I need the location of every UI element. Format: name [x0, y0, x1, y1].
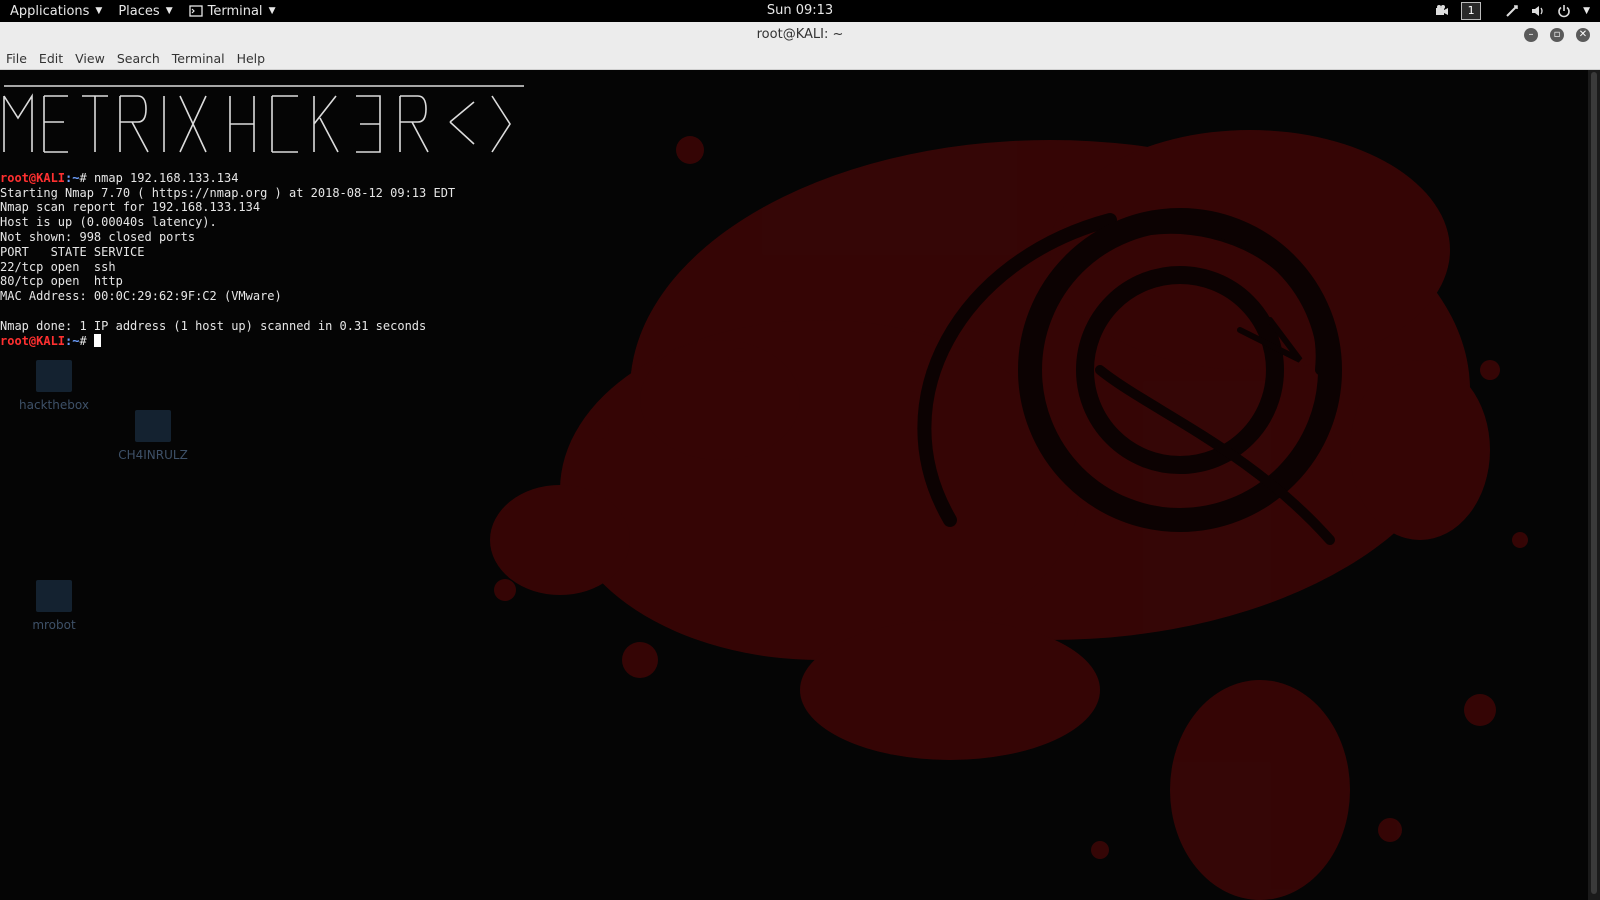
terminal-output: root@KALI:~# nmap 192.168.133.134 Startin…	[0, 156, 455, 378]
output-line: 80/tcp open http	[0, 274, 123, 289]
chevron-down-icon: ▼	[95, 6, 103, 16]
chevron-down-icon: ▼	[165, 6, 173, 16]
volume-icon[interactable]	[1531, 4, 1545, 18]
output-line: Host is up (0.00040s latency).	[0, 215, 217, 230]
prompt-path: :~	[65, 333, 80, 348]
prompt-user: root@KALI	[0, 170, 66, 185]
menu-search[interactable]: Search	[111, 51, 166, 66]
minimize-button[interactable]: –	[1524, 28, 1538, 42]
chevron-down-icon[interactable]: ▼	[1583, 6, 1590, 16]
video-camera-icon[interactable]	[1435, 4, 1449, 18]
folder-icon	[36, 580, 72, 612]
command-text: nmap 192.168.133.134	[93, 170, 239, 185]
terminal-menubar: File Edit View Search Terminal Help	[0, 48, 1600, 70]
prompt-symbol: #	[79, 170, 94, 185]
menu-help[interactable]: Help	[231, 51, 272, 66]
output-line: Starting Nmap 7.70 ( https://nmap.org ) …	[0, 185, 456, 200]
menu-file[interactable]: File	[0, 51, 33, 66]
output-line: Nmap done: 1 IP address (1 host up) scan…	[0, 318, 427, 333]
output-line: PORT STATE SERVICE	[0, 244, 145, 259]
desktop-icon-chainrulz: CH4INRULZ	[108, 410, 198, 462]
chevron-down-icon: ▼	[268, 6, 276, 16]
menu-edit[interactable]: Edit	[33, 51, 69, 66]
ascii-art-banner	[3, 85, 524, 153]
desktop-icon-label: hackthebox	[19, 398, 89, 412]
prompt-line[interactable]: root@KALI:~#	[0, 333, 455, 349]
menu-view[interactable]: View	[69, 51, 111, 66]
output-line: MAC Address: 00:0C:29:62:9F:C2 (VMware)	[0, 289, 282, 304]
output-line: Not shown: 998 closed ports	[0, 229, 196, 244]
terminal-scrollbar[interactable]	[1588, 70, 1600, 900]
terminal-icon	[188, 5, 203, 17]
menu-terminal[interactable]: Terminal	[166, 51, 231, 66]
power-icon[interactable]	[1557, 4, 1571, 18]
prompt-symbol: #	[79, 333, 94, 348]
desktop-icon-mrobot: mrobot	[9, 580, 99, 632]
workspace-indicator[interactable]: 1	[1461, 2, 1482, 20]
terminal-app-menu[interactable]: Terminal ▼	[179, 0, 282, 22]
text-cursor	[93, 333, 101, 347]
applications-menu[interactable]: Applications ▼	[0, 0, 108, 22]
desktop-icon-label: mrobot	[32, 618, 76, 632]
output-line: Nmap scan report for 192.168.133.134	[0, 200, 261, 215]
window-titlebar[interactable]: root@KALI: ~ – ▫ ✕	[0, 22, 1600, 49]
window-title: root@KALI: ~	[756, 27, 844, 42]
close-button[interactable]: ✕	[1576, 28, 1590, 42]
folder-icon	[135, 410, 171, 442]
terminal-area[interactable]: hackthebox mrobot CH4INRULZ root@KALI:~#…	[0, 70, 1588, 900]
prompt-user: root@KALI	[0, 333, 66, 348]
output-line: 22/tcp open ssh	[0, 259, 116, 274]
scrollbar-thumb[interactable]	[1591, 72, 1597, 894]
command-line: root@KALI:~# nmap 192.168.133.134	[0, 171, 455, 186]
places-label: Places	[118, 3, 160, 19]
maximize-button[interactable]: ▫	[1550, 28, 1564, 42]
terminal-app-label: Terminal	[207, 3, 263, 19]
prompt-path: :~	[65, 170, 80, 185]
top-panel: Applications ▼ Places ▼ Terminal ▼ Sun 0…	[0, 0, 1600, 22]
desktop-icon-label: CH4INRULZ	[118, 448, 188, 462]
network-icon[interactable]	[1505, 4, 1519, 18]
applications-label: Applications	[10, 3, 90, 19]
places-menu[interactable]: Places ▼	[108, 0, 178, 22]
